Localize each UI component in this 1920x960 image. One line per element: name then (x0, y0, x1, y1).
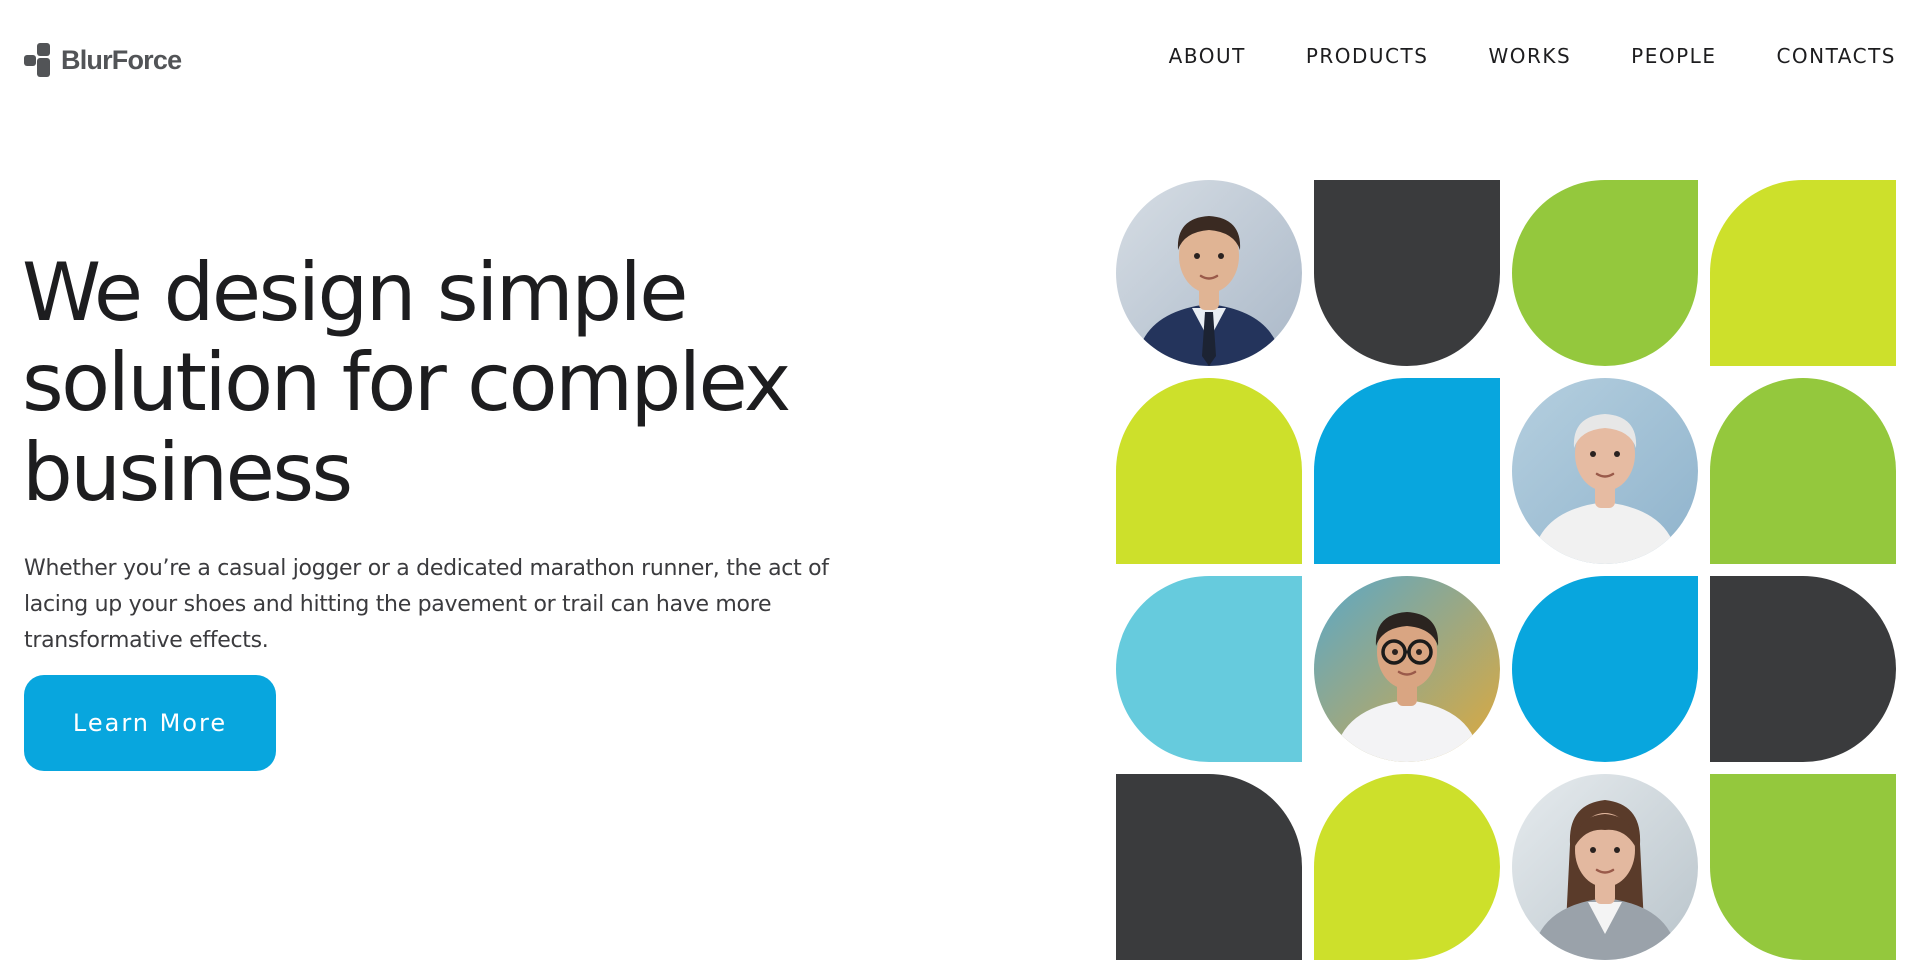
tile-dark-bottom-round (1314, 180, 1500, 366)
nav-link-people[interactable]: PEOPLE (1631, 44, 1716, 68)
photo-woman-blazer (1512, 774, 1698, 960)
tile-green-leaf (1512, 180, 1698, 366)
hero-description: Whether you’re a casual jogger or a dedi… (24, 551, 884, 659)
hero-description-line: Whether you’re a casual jogger or a dedi… (24, 556, 829, 581)
hero-title-line: We design simple (22, 246, 688, 339)
learn-more-button[interactable]: Learn More (24, 675, 276, 771)
photo-boy-glasses (1314, 576, 1500, 762)
nav-link-works[interactable]: WORKS (1488, 44, 1571, 68)
landing-page: BlurForce ABOUT PRODUCTS WORKS PEOPLE CO… (0, 0, 1920, 960)
hero-title-line: solution for complex (22, 336, 791, 429)
tile-lime-arch (1116, 378, 1302, 564)
photo-elderly-man (1512, 378, 1698, 564)
tile-dark-top-right (1116, 774, 1302, 960)
nav-link-contacts[interactable]: CONTACTS (1776, 44, 1896, 68)
tile-blue-top-left (1314, 378, 1500, 564)
tile-lightblue-left-round (1116, 576, 1302, 762)
hero-description-line: lacing up your shoes and hitting the pav… (24, 592, 772, 617)
logo-mark-icon (24, 43, 54, 77)
photo-businessman (1116, 180, 1302, 366)
tile-dark-right-round (1710, 576, 1896, 762)
brand-logo[interactable]: BlurForce (24, 40, 182, 80)
people-mosaic (1116, 180, 1896, 960)
hero-title: We design simple solution for complex bu… (22, 248, 902, 518)
tile-green-arch (1710, 378, 1896, 564)
tile-lime-top-left (1710, 180, 1896, 366)
tile-lime-leaf (1314, 774, 1500, 960)
hero-description-line: transformative effects. (24, 628, 269, 653)
tile-blue-leaf (1512, 576, 1698, 762)
nav-link-products[interactable]: PRODUCTS (1306, 44, 1429, 68)
brand-name: BlurForce (61, 44, 182, 75)
hero-title-line: business (22, 426, 353, 519)
tile-green-bottom-left (1710, 774, 1896, 960)
nav-link-about[interactable]: ABOUT (1169, 44, 1246, 68)
main-nav: ABOUT PRODUCTS WORKS PEOPLE CONTACTS (1169, 44, 1896, 68)
